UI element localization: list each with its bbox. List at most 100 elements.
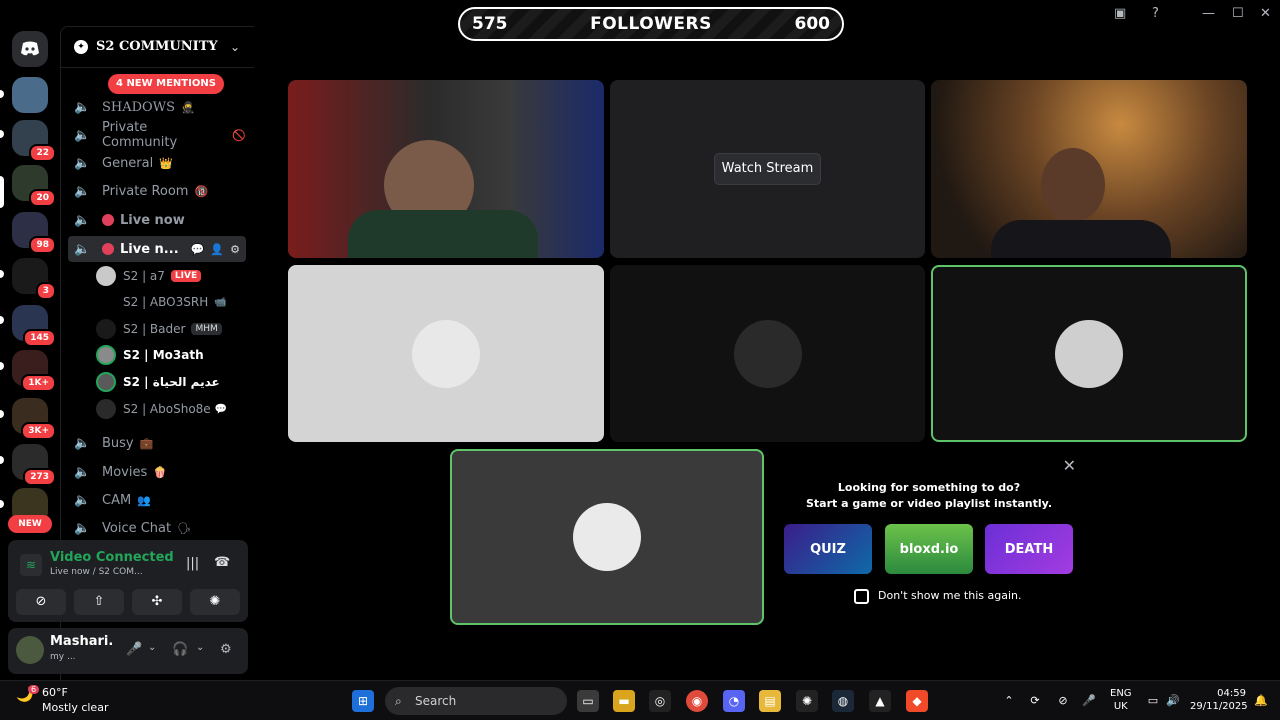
close-window-icon[interactable]: ✕: [1260, 6, 1271, 21]
participant-tile[interactable]: [610, 265, 925, 442]
voice-user[interactable]: S2 | AboSho8e 💬: [96, 397, 246, 421]
voice-channel[interactable]: 🔈 Private Community 🚫: [68, 120, 246, 150]
voice-user[interactable]: S2 | Mo3ath: [96, 343, 246, 367]
server-folder[interactable]: 3K+: [12, 398, 56, 440]
voice-channel[interactable]: 🔈 CAM 👥: [68, 487, 246, 513]
share-screen-button[interactable]: ⇧: [74, 589, 124, 615]
channel-label: Private Community: [101, 120, 178, 150]
sync-icon[interactable]: ⟳: [1024, 690, 1046, 712]
participant-tile-speaking[interactable]: [931, 265, 1247, 442]
speaker-icon: 🔈: [74, 155, 91, 171]
file-explorer-icon[interactable]: ▬: [613, 690, 635, 712]
gear-icon[interactable]: ⚙: [220, 642, 232, 657]
dont-show-checkbox[interactable]: [854, 589, 869, 604]
disconnect-icon[interactable]: ☎: [214, 555, 230, 570]
network-off-icon[interactable]: ⊘: [1052, 690, 1074, 712]
avatar[interactable]: [16, 636, 44, 664]
app-icon[interactable]: ◎: [649, 690, 671, 712]
voice-user[interactable]: S2 | عديم الحياة: [96, 370, 246, 394]
video-tile[interactable]: [931, 80, 1247, 258]
discord-home-button[interactable]: [12, 31, 48, 67]
voice-channel[interactable]: 🔈 Busy 💼: [68, 430, 246, 456]
display-icon[interactable]: ▭: [1142, 690, 1164, 712]
server-folder[interactable]: 3: [12, 258, 56, 300]
server-icon[interactable]: [12, 77, 48, 113]
app-icon[interactable]: ▲: [869, 690, 891, 712]
brave-icon[interactable]: ◆: [906, 690, 928, 712]
voice-channel[interactable]: 🔈 General 👑: [68, 150, 246, 176]
voice-channel[interactable]: 🔈 Movies 🍿: [68, 459, 246, 485]
minimize-icon[interactable]: —: [1202, 6, 1215, 21]
participant-tile-speaking[interactable]: [450, 449, 764, 625]
quiz-activity-tile[interactable]: QUIZ: [784, 524, 872, 574]
start-icon[interactable]: ⊞: [352, 690, 374, 712]
taskbar-search[interactable]: ⌕ Search: [385, 687, 567, 715]
channel-label: SHADOWS: [102, 99, 175, 115]
close-icon[interactable]: ✕: [1063, 456, 1076, 475]
voice-user[interactable]: S2 | ABO3SRH 📹: [96, 290, 246, 314]
language-indicator[interactable]: ENG UK: [1110, 687, 1132, 713]
voice-channel[interactable]: 🔈 SHADOWS 🥷: [68, 94, 246, 120]
activities-button[interactable]: ✣: [132, 589, 182, 615]
invite-icon[interactable]: 👤: [210, 243, 224, 256]
help-icon[interactable]: ?: [1152, 6, 1159, 21]
channel-emoji: 🗣: [177, 521, 192, 535]
server-folder[interactable]: 22: [12, 120, 56, 162]
voice-channel[interactable]: 🔈 Live now: [68, 207, 246, 233]
activity-suggestion-card: ✕ Looking for something to do? Start a g…: [772, 450, 1086, 625]
unread-pill: [0, 410, 4, 418]
chevron-up-icon[interactable]: ⌃: [998, 690, 1020, 712]
voice-channel[interactable]: 🔈 Private Room 🔞: [68, 178, 246, 204]
task-view-icon[interactable]: ▭: [577, 690, 599, 712]
temperature[interactable]: 60°F: [42, 686, 68, 699]
new-mentions-pill[interactable]: 4 NEW MENTIONS: [108, 74, 224, 94]
maximize-icon[interactable]: ☐: [1232, 6, 1244, 21]
user-name: S2 | عديم الحياة: [123, 375, 220, 389]
followers-goal-banner: 575 FOLLOWERS 600: [458, 7, 844, 41]
video-tile[interactable]: [288, 80, 604, 258]
watch-stream-button[interactable]: Watch Stream: [714, 153, 821, 185]
noise-suppression-icon[interactable]: |||: [186, 556, 199, 571]
server-folder[interactable]: 273: [12, 444, 56, 486]
game-label: QUIZ: [810, 541, 846, 557]
steelseries-icon[interactable]: ✺: [796, 690, 818, 712]
steam-icon[interactable]: ◍: [832, 690, 854, 712]
server-folder[interactable]: 1K+: [12, 350, 56, 392]
chat-icon[interactable]: 💬: [191, 243, 205, 256]
avatar: [96, 319, 116, 339]
server-folder[interactable]: 98: [12, 212, 56, 254]
discord-taskbar-icon[interactable]: ◔: [723, 690, 745, 712]
camera-off-button[interactable]: ⊘: [16, 589, 66, 615]
notifications-icon[interactable]: 🔔: [1250, 690, 1272, 712]
app-icon[interactable]: ▤: [759, 690, 781, 712]
chevron-down-icon[interactable]: ⌄: [196, 642, 204, 653]
voice-channel-path[interactable]: Live now / S2 COM...: [50, 567, 143, 577]
server-folder[interactable]: 145: [12, 305, 56, 347]
user-name: S2 | AboSho8e: [123, 402, 211, 416]
speaker-icon: 🔈: [74, 464, 91, 480]
voice-user[interactable]: S2 | Bader MHM: [96, 317, 246, 341]
voice-channel-active[interactable]: 🔈 Live n... 💬 👤 ⚙: [68, 236, 246, 262]
clock[interactable]: 04:59 29/11/2025: [1190, 687, 1248, 713]
microphone-icon[interactable]: 🎤: [1078, 690, 1100, 712]
voice-channel[interactable]: 🔈 Voice Chat 🗣: [68, 515, 246, 541]
dont-show-label[interactable]: Don't show me this again.: [878, 589, 1021, 602]
voice-user[interactable]: S2 | a7 LIVE: [96, 264, 246, 288]
server-folder[interactable]: 20: [12, 165, 56, 207]
microphone-icon[interactable]: 🎤: [126, 642, 142, 657]
participant-tile[interactable]: [288, 265, 604, 442]
volume-icon[interactable]: 🔊: [1162, 690, 1184, 712]
inbox-icon[interactable]: ▣: [1114, 6, 1126, 21]
chevron-down-icon[interactable]: ⌄: [148, 642, 156, 653]
headphones-icon[interactable]: 🎧: [172, 642, 188, 657]
server-header[interactable]: ✦ S2 COMMUNITY ⌄: [60, 26, 254, 68]
soundboard-button[interactable]: ✺: [190, 589, 240, 615]
live-dot-icon: [102, 243, 114, 255]
weather-condition[interactable]: Mostly clear: [42, 701, 108, 714]
death-activity-tile[interactable]: DEATH: [985, 524, 1073, 574]
chrome-icon[interactable]: ◉: [686, 690, 708, 712]
bloxd-activity-tile[interactable]: bloxd.io: [885, 524, 973, 574]
new-unreads-pill[interactable]: NEW: [8, 515, 52, 533]
signal-icon[interactable]: ≋: [20, 554, 42, 576]
gear-icon[interactable]: ⚙: [230, 243, 240, 256]
